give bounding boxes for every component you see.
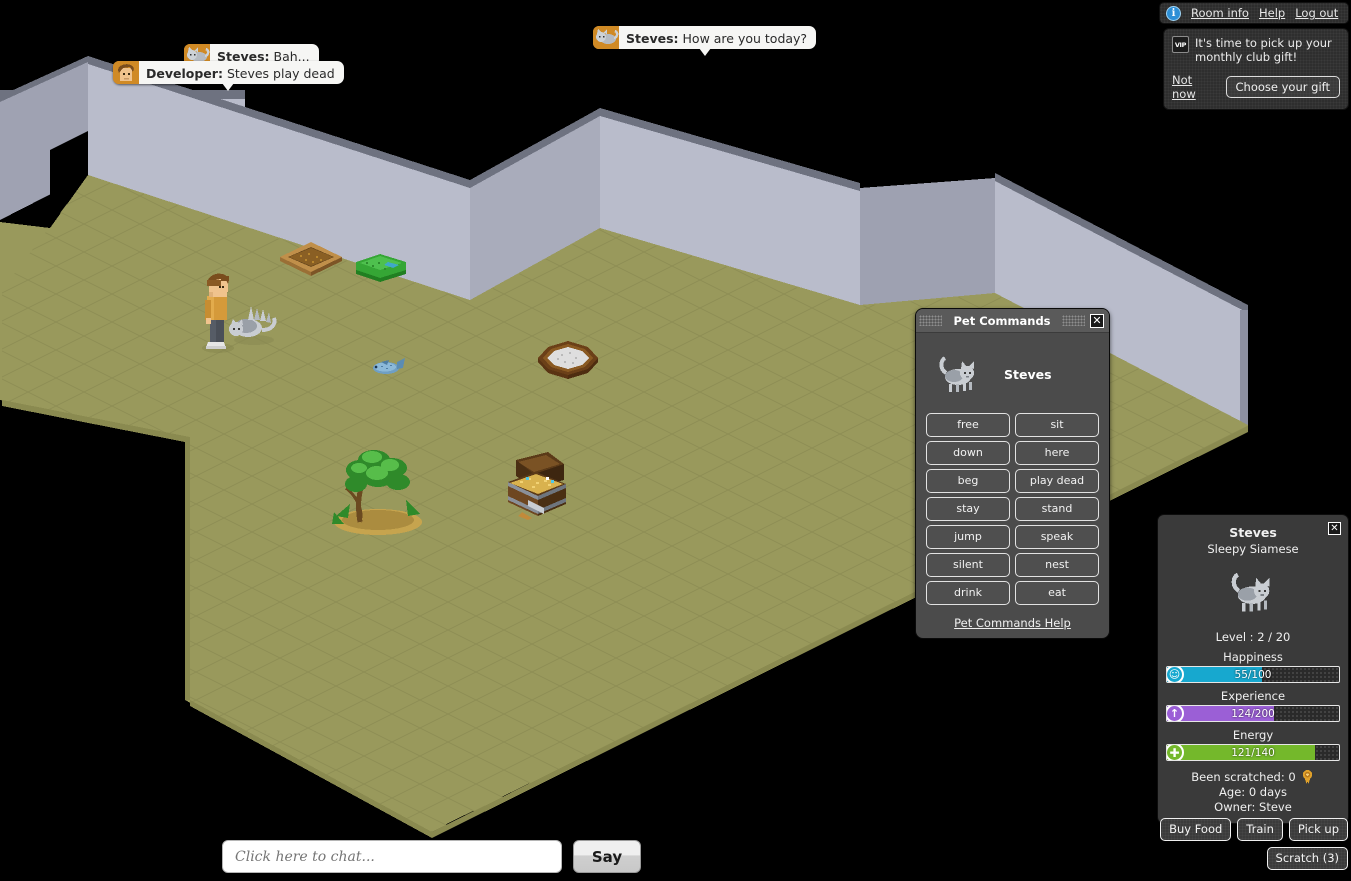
not-now-link[interactable]: Not now: [1172, 73, 1217, 101]
pet-toy-fish[interactable]: [369, 356, 407, 378]
pet-water-dish[interactable]: [352, 250, 410, 284]
chat-message: Steves play dead: [226, 66, 335, 81]
cat-sprite-icon: [1231, 572, 1270, 612]
room-floor-layer[interactable]: [0, 0, 1351, 881]
game-screen: Steves: Bah... Developer: Steves play de…: [0, 0, 1351, 881]
cmd-down[interactable]: down: [926, 441, 1010, 465]
been-scratched-text: Been scratched: 0: [1191, 770, 1296, 784]
pet-bed[interactable]: [533, 338, 603, 380]
cmd-drink[interactable]: drink: [926, 581, 1010, 605]
club-gift-message: It's time to pick up your monthly club g…: [1195, 36, 1332, 64]
energy-value: 121/140: [1231, 746, 1275, 759]
pet-level-text: Level : 2 / 20: [1215, 630, 1291, 644]
happiness-value: 55/100: [1234, 668, 1272, 681]
pet-info-name: Steves: [1229, 525, 1277, 540]
window-grip-right: [1061, 315, 1085, 326]
pet-owner-text: Owner: Steve: [1214, 800, 1292, 814]
bubble-tail: [698, 48, 711, 56]
medal-icon: [1302, 769, 1312, 784]
experience-bar: 124/200 ↑: [1166, 705, 1340, 722]
pet-commands-grid: free sit down here beg play dead stay st…: [926, 413, 1099, 605]
window-grip-left: [919, 315, 943, 326]
cat-sprite-icon: [939, 356, 974, 392]
experience-value: 124/200: [1231, 707, 1275, 720]
pet-cat-play-dead[interactable]: [228, 300, 280, 346]
chat-bubble-text: Developer: Steves play dead: [139, 61, 344, 84]
buy-food-button[interactable]: Buy Food: [1160, 818, 1232, 841]
cmd-jump[interactable]: jump: [926, 525, 1010, 549]
happiness-bar: 55/100 ☺: [1166, 666, 1340, 683]
club-gift-panel: VIP It's time to pick up your monthly cl…: [1163, 28, 1349, 110]
pet-action-buttons: Buy Food Train Pick up Scratch (3): [1160, 818, 1348, 870]
info-icon[interactable]: i: [1166, 5, 1181, 21]
isometric-room[interactable]: [0, 0, 1351, 881]
chat-input[interactable]: [222, 840, 562, 873]
pet-commands-window[interactable]: Pet Commands ✕ Steves free sit down here…: [915, 308, 1110, 639]
pet-info-panel[interactable]: ✕ Steves Sleepy Siamese Level : 2 / 20 H…: [1157, 514, 1349, 824]
logout-link[interactable]: Log out: [1295, 6, 1338, 20]
chat-bubble-developer[interactable]: Developer: Steves play dead: [113, 61, 344, 91]
chat-bubble-text: Steves: How are you today?: [619, 26, 816, 49]
energy-bar: 121/140 ✚: [1166, 744, 1340, 761]
cmd-speak[interactable]: speak: [1015, 525, 1099, 549]
room-info-link[interactable]: Room info: [1191, 6, 1249, 20]
vip-icon: VIP: [1172, 36, 1189, 53]
close-icon[interactable]: ✕: [1328, 522, 1341, 535]
cmd-silent[interactable]: silent: [926, 553, 1010, 577]
up-arrow-icon: ↑: [1167, 706, 1184, 721]
cmd-free[interactable]: free: [926, 413, 1010, 437]
chat-speaker: Steves:: [626, 31, 679, 46]
plus-icon: ✚: [1167, 745, 1184, 760]
chat-speaker: Developer:: [146, 66, 223, 81]
chat-bar: Say: [222, 840, 641, 873]
cmd-here[interactable]: here: [1015, 441, 1099, 465]
bubble-tail: [222, 83, 235, 91]
cmd-beg[interactable]: beg: [926, 469, 1010, 493]
scratched-row: Been scratched: 0: [1166, 769, 1340, 785]
say-button[interactable]: Say: [573, 840, 641, 873]
energy-label: Energy: [1232, 728, 1274, 742]
scratch-button[interactable]: Scratch (3): [1266, 847, 1348, 870]
chat-bubble-steves-greeting[interactable]: Steves: How are you today?: [593, 26, 817, 56]
cat-avatar-icon: [593, 26, 619, 49]
pet-commands-title: Pet Commands: [953, 313, 1051, 328]
cmd-nest[interactable]: nest: [1015, 553, 1099, 577]
chat-message: How are you today?: [682, 31, 808, 46]
pet-age-text: Age: 0 days: [1219, 785, 1287, 799]
smiley-icon: ☺: [1167, 667, 1184, 682]
cmd-sit[interactable]: sit: [1015, 413, 1099, 437]
bonsai-tree[interactable]: [330, 438, 426, 536]
cmd-stand[interactable]: stand: [1015, 497, 1099, 521]
train-button[interactable]: Train: [1237, 818, 1283, 841]
experience-label: Experience: [1220, 689, 1286, 703]
cmd-eat[interactable]: eat: [1015, 581, 1099, 605]
pet-commands-titlebar[interactable]: Pet Commands ✕: [916, 309, 1109, 333]
pet-commands-help-link[interactable]: Pet Commands Help: [926, 616, 1099, 630]
human-avatar-icon: [113, 61, 139, 84]
treasure-chest[interactable]: [502, 450, 572, 522]
top-toolbar: i Room info Help Log out: [1159, 2, 1349, 24]
pet-commands-pet-name: Steves: [1004, 366, 1052, 382]
cmd-play-dead[interactable]: play dead: [1015, 469, 1099, 493]
pet-info-breed: Sleepy Siamese: [1207, 542, 1299, 556]
close-icon[interactable]: ✕: [1090, 313, 1104, 328]
cmd-stay[interactable]: stay: [926, 497, 1010, 521]
help-link[interactable]: Help: [1259, 6, 1285, 20]
pet-food-bowl[interactable]: [278, 240, 344, 278]
pick-up-button[interactable]: Pick up: [1288, 818, 1348, 841]
choose-gift-button[interactable]: Choose your gift: [1225, 76, 1340, 98]
happiness-label: Happiness: [1223, 650, 1283, 664]
